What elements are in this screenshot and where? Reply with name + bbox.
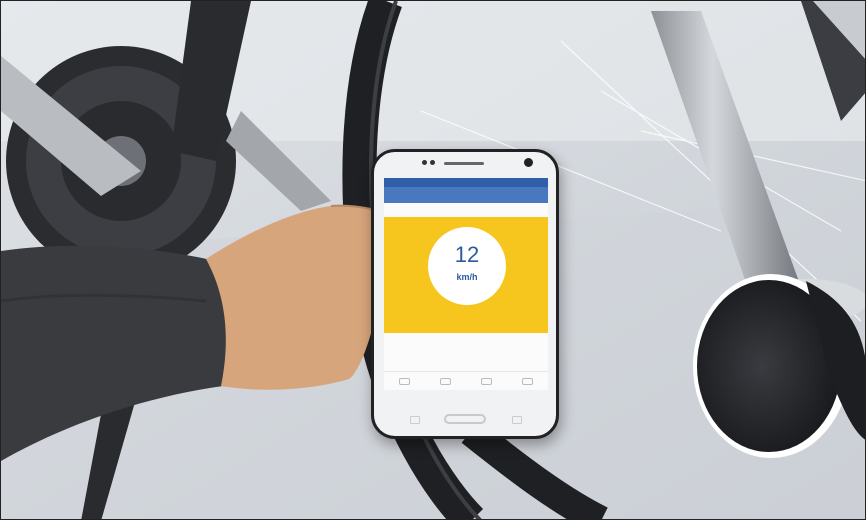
back-key	[512, 416, 522, 424]
phone-screen: 12 km/h	[384, 178, 548, 390]
app-nav-bar	[384, 371, 548, 390]
phone-sensor	[422, 160, 427, 165]
smartphone: 12 km/h	[371, 149, 559, 439]
front-camera	[524, 158, 533, 167]
nav-icon[interactable]	[481, 377, 492, 385]
speed-panel: 12 km/h	[384, 217, 548, 333]
speed-dial: 12 km/h	[428, 227, 506, 305]
nav-icon[interactable]	[399, 377, 410, 385]
status-bar	[384, 178, 548, 187]
stats-row	[384, 333, 548, 339]
home-button	[444, 414, 486, 424]
app-header	[384, 187, 548, 203]
info-row	[384, 203, 548, 217]
phone-earpiece	[444, 162, 484, 165]
photo: 12 km/h	[0, 0, 866, 520]
recent-apps-key	[410, 416, 420, 424]
phone-sensor	[430, 160, 435, 165]
speed-unit: km/h	[456, 272, 478, 282]
nav-icon[interactable]	[522, 377, 533, 385]
speed-value: 12	[454, 242, 480, 267]
nav-icon[interactable]	[440, 377, 451, 385]
